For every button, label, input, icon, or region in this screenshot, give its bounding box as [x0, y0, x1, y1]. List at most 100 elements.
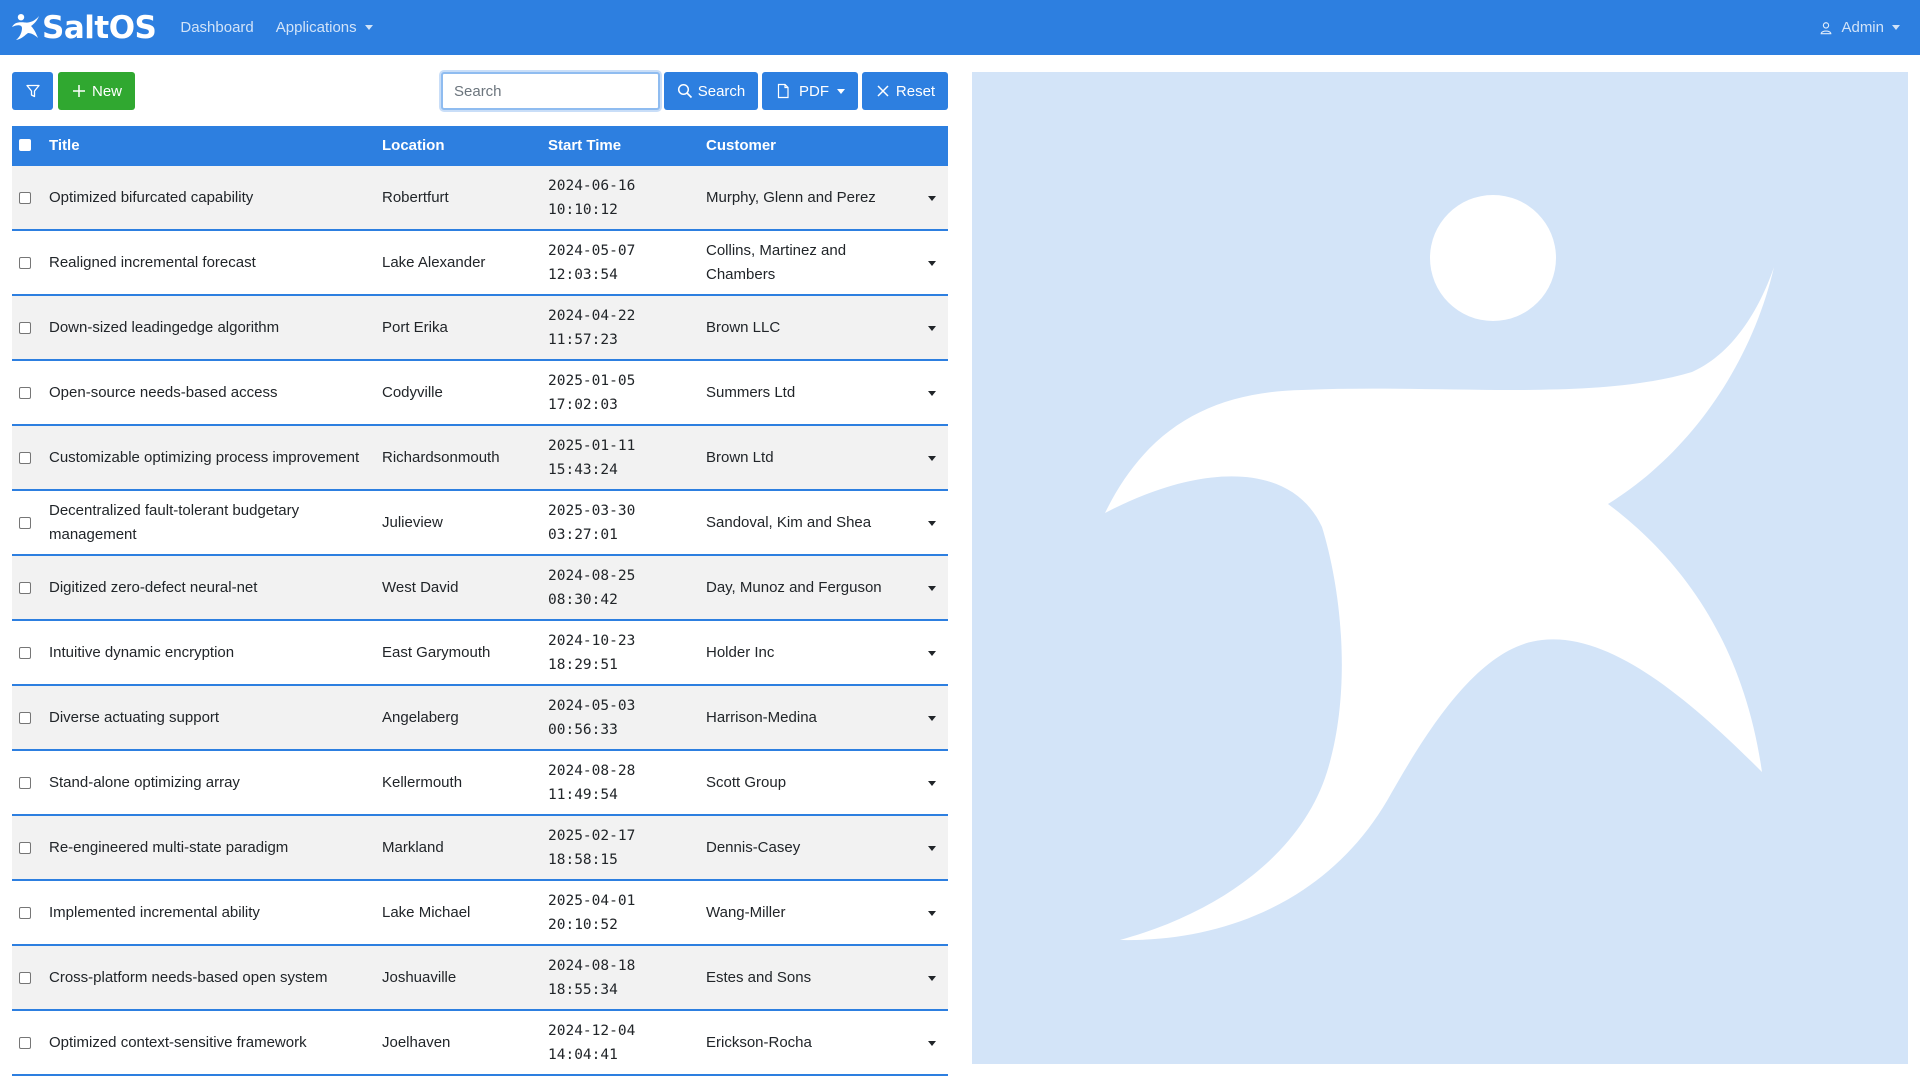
cell-location: Julieview: [382, 513, 443, 531]
cell-customer: Murphy, Glenn and Perez: [706, 188, 876, 206]
new-button[interactable]: New: [58, 72, 135, 110]
top-navbar: SaltOS Dashboard Applications Admin: [0, 0, 1920, 55]
table-row[interactable]: Cross-platform needs-based open system Jo…: [12, 946, 948, 1011]
cell-customer: Wang-Miller: [706, 903, 786, 921]
logo-panel: [972, 72, 1908, 1064]
row-actions-dropdown[interactable]: [928, 976, 936, 981]
table-row[interactable]: Re-engineered multi-state paradigm Markla…: [12, 816, 948, 881]
row-actions-dropdown[interactable]: [928, 261, 936, 266]
row-select-cell: [12, 841, 49, 854]
cell-customer: Summers Ltd: [706, 383, 796, 401]
cell-location: Lake Michael: [382, 903, 471, 921]
row-checkbox[interactable]: [18, 516, 31, 529]
cell-location: Kellermouth: [382, 773, 463, 791]
row-checkbox[interactable]: [18, 581, 31, 594]
cell-start-clock: 12:03:54: [548, 266, 618, 283]
brand-logo[interactable]: SaltOS: [10, 10, 157, 46]
cell-start-time: 2025-02-17 18:58:15: [548, 824, 698, 872]
cell-start-date: 2024-08-25: [548, 567, 636, 584]
row-checkbox[interactable]: [18, 711, 31, 724]
table-row[interactable]: Diverse actuating support Angelaberg 2024-…: [12, 686, 948, 751]
row-checkbox[interactable]: [18, 841, 31, 854]
row-checkbox[interactable]: [18, 386, 31, 399]
cell-location: Markland: [382, 838, 444, 856]
cell-title: Stand-alone optimizing array: [49, 773, 240, 791]
column-header-customer[interactable]: Customer: [706, 134, 906, 158]
cell-title: Realigned incremental forecast: [49, 253, 256, 271]
select-all-checkbox[interactable]: [18, 138, 31, 151]
row-checkbox[interactable]: [18, 776, 31, 789]
row-actions-dropdown[interactable]: [928, 846, 936, 851]
cell-title: Optimized context-sensitive framework: [49, 1033, 307, 1051]
search-button[interactable]: Search: [664, 72, 758, 110]
table-row[interactable]: Digitized zero-defect neural-net West Dav…: [12, 556, 948, 621]
table-row[interactable]: Open-source needs-based access Codyville 2…: [12, 361, 948, 426]
cell-customer: Collins, Martinez and Chambers: [706, 241, 847, 283]
row-checkbox[interactable]: [18, 321, 31, 334]
cell-start-time: 2024-10-23 18:29:51: [548, 629, 698, 677]
table-body: Optimized bifurcated capability Robertfur…: [12, 166, 948, 1076]
table-row[interactable]: Implemented incremental ability Lake Mich…: [12, 881, 948, 946]
row-actions-dropdown[interactable]: [928, 326, 936, 331]
cell-start-time: 2024-05-03 00:56:33: [548, 694, 698, 742]
row-checkbox[interactable]: [18, 906, 31, 919]
cell-title: Down-sized leadingedge algorithm: [49, 318, 280, 336]
nav-link-dashboard[interactable]: Dashboard: [180, 19, 253, 36]
pdf-button[interactable]: PDF: [762, 72, 858, 110]
cell-start-clock: 11:49:54: [548, 786, 618, 803]
row-actions-dropdown[interactable]: [928, 456, 936, 461]
table-row[interactable]: Optimized bifurcated capability Robertfur…: [12, 166, 948, 231]
row-actions-dropdown[interactable]: [928, 781, 936, 786]
cell-start-time: 2024-06-16 10:10:12: [548, 174, 698, 222]
cell-start-date: 2024-08-18: [548, 957, 636, 974]
nav-link-applications[interactable]: Applications: [276, 19, 373, 36]
table-header: Title Location Start Time Customer: [12, 126, 948, 166]
table-row[interactable]: Customizable optimizing process improvem…: [12, 426, 948, 491]
cell-location: Angelaberg: [382, 708, 459, 726]
row-actions-dropdown[interactable]: [928, 586, 936, 591]
search-input[interactable]: [441, 72, 660, 110]
table-row[interactable]: Stand-alone optimizing array Kellermouth 2…: [12, 751, 948, 816]
cell-start-date: 2024-06-16: [548, 177, 636, 194]
row-actions-dropdown[interactable]: [928, 1041, 936, 1046]
row-actions-dropdown[interactable]: [928, 521, 936, 526]
row-checkbox[interactable]: [18, 191, 31, 204]
cell-title: Cross-platform needs-based open system: [49, 968, 328, 986]
cell-start-date: 2024-05-07: [548, 242, 636, 259]
row-actions-dropdown[interactable]: [928, 716, 936, 721]
table-row[interactable]: Optimized context-sensitive framework Joe…: [12, 1011, 948, 1076]
cell-start-clock: 00:56:33: [548, 721, 618, 738]
table-row[interactable]: Down-sized leadingedge algorithm Port Eri…: [12, 296, 948, 361]
row-checkbox[interactable]: [18, 451, 31, 464]
column-header-location[interactable]: Location: [382, 134, 532, 158]
table-row[interactable]: Intuitive dynamic encryption East Garymou…: [12, 621, 948, 686]
reset-button[interactable]: Reset: [862, 72, 948, 110]
cell-location: Joelhaven: [382, 1033, 451, 1051]
data-table: Title Location Start Time Customer Optim…: [12, 126, 948, 1076]
row-actions-dropdown[interactable]: [928, 391, 936, 396]
row-checkbox[interactable]: [18, 646, 31, 659]
row-actions-dropdown[interactable]: [928, 651, 936, 656]
row-actions-dropdown[interactable]: [928, 911, 936, 916]
column-header-start-time[interactable]: Start Time: [548, 134, 698, 158]
table-row[interactable]: Decentralized fault-tolerant budgetary m…: [12, 491, 948, 556]
row-checkbox[interactable]: [18, 971, 31, 984]
pdf-button-label: PDF: [799, 82, 829, 100]
column-header-title[interactable]: Title: [49, 134, 369, 158]
row-actions-dropdown[interactable]: [928, 196, 936, 201]
table-row[interactable]: Realigned incremental forecast Lake Alexa…: [12, 231, 948, 296]
row-checkbox[interactable]: [18, 256, 31, 269]
chevron-down-icon: [837, 88, 845, 94]
row-checkbox[interactable]: [18, 1036, 31, 1049]
cell-start-date: 2024-12-04: [548, 1022, 636, 1039]
user-menu[interactable]: Admin: [1819, 0, 1900, 55]
filter-button[interactable]: [12, 72, 53, 110]
row-select-cell: [12, 646, 49, 659]
search-button-label: Search: [697, 82, 746, 100]
cell-location: Richardsonmouth: [382, 448, 500, 466]
cell-start-date: 2025-03-30: [548, 502, 636, 519]
select-all-cell: [12, 138, 49, 151]
magnifier-icon: [677, 83, 692, 99]
row-select-cell: [12, 1036, 49, 1049]
cell-start-clock: 15:43:24: [548, 461, 618, 478]
